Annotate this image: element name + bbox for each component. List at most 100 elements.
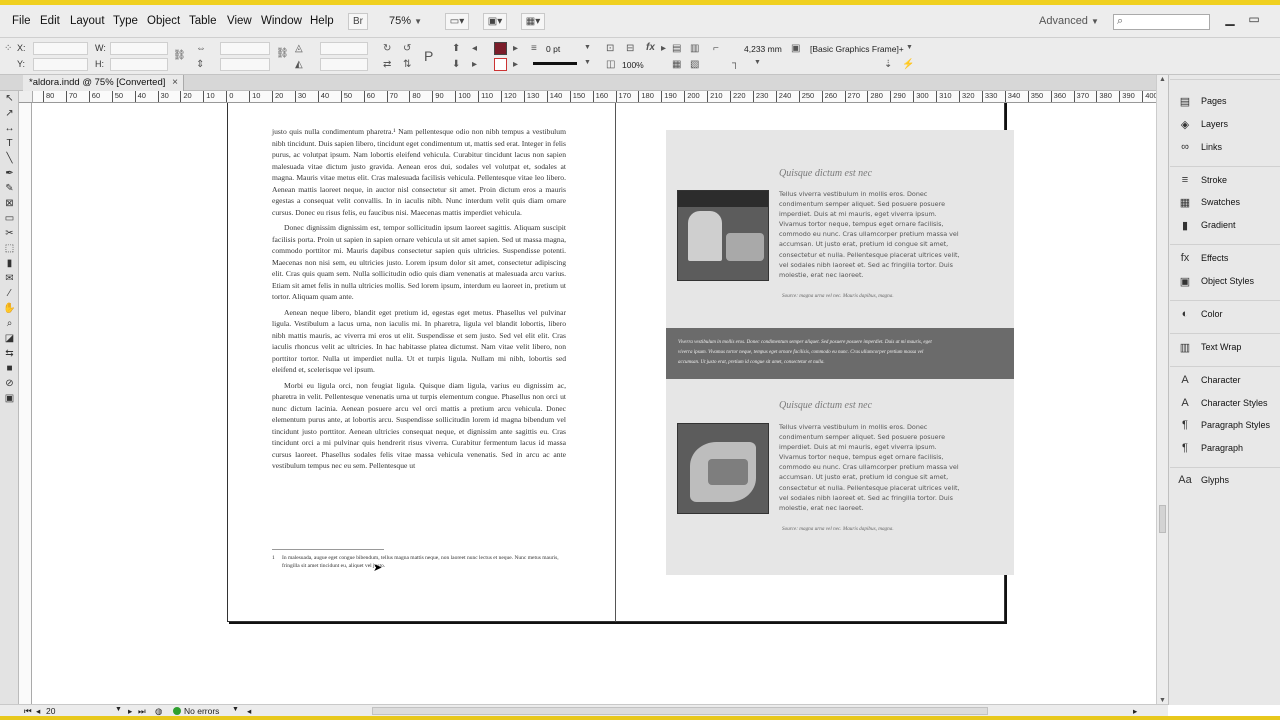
type-tool-icon[interactable]: T xyxy=(0,136,19,151)
chevron-right-icon[interactable]: ▸ xyxy=(513,59,518,70)
scale-x-field[interactable] xyxy=(220,42,270,55)
object-style-field[interactable]: [Basic Graphics Frame]+ xyxy=(810,44,904,54)
eyedropper-tool-icon[interactable]: ⁄ xyxy=(0,286,19,301)
gap-tool-icon[interactable]: ↔ xyxy=(0,121,19,136)
illustration-image-1[interactable] xyxy=(677,190,769,281)
chevron-down-icon[interactable]: ▼ xyxy=(584,44,591,51)
chevron-right-icon[interactable]: ▸ xyxy=(661,43,666,54)
close-icon[interactable]: × xyxy=(172,75,178,91)
constrain-proportions-icon[interactable]: ⛓ xyxy=(173,50,186,61)
left-page[interactable]: justo quis nulla condimentum pharetra.¹ … xyxy=(227,103,616,622)
search-input[interactable]: ⌕ xyxy=(1113,14,1210,30)
scroll-down-icon[interactable]: ▼ xyxy=(1159,697,1166,704)
text-wrap-jump-icon[interactable]: ▧ xyxy=(690,59,699,70)
illustration-image-2[interactable] xyxy=(677,423,769,514)
panel-paragraph[interactable]: ¶ Paragraph xyxy=(1170,438,1280,460)
chevron-down-icon[interactable]: ▼ xyxy=(232,706,239,713)
rotate-ccw-icon[interactable]: ↺ xyxy=(403,43,411,54)
note-tool-icon[interactable]: ✉ xyxy=(0,271,19,286)
select-previous-icon[interactable]: ◂ xyxy=(472,43,477,54)
vertical-ruler[interactable] xyxy=(19,103,32,706)
hand-tool-icon[interactable]: ✋ xyxy=(0,301,19,316)
constrain-scale-icon[interactable]: ⛓ xyxy=(276,48,289,59)
panel-pages[interactable]: ▤ Pages xyxy=(1170,91,1280,113)
y-field[interactable] xyxy=(33,58,88,71)
panel-text-wrap[interactable]: ▥ Text Wrap xyxy=(1170,337,1280,359)
document-tab[interactable]: *aldora.indd @ 75% [Converted] × xyxy=(23,75,184,91)
menu-file[interactable]: File xyxy=(12,15,31,27)
menu-window[interactable]: Window xyxy=(261,15,302,27)
scissors-tool-icon[interactable]: ✂ xyxy=(0,226,19,241)
scroll-thumb[interactable] xyxy=(1159,505,1166,533)
stroke-swatch[interactable] xyxy=(494,58,507,71)
right-page[interactable]: Quisque dictum est nec Tellus viverra ve… xyxy=(615,103,1014,622)
panel-glyphs[interactable]: Aa Glyphs xyxy=(1170,470,1280,492)
workspace-switcher[interactable]: Advanced ▼ xyxy=(1039,15,1099,27)
panel-effects[interactable]: fx Effects xyxy=(1170,248,1280,270)
panel-color[interactable]: ◐ Color xyxy=(1170,304,1280,326)
minimize-button[interactable]: ▁ xyxy=(1219,12,1241,30)
corner-shape-icon[interactable]: ┐ xyxy=(732,58,739,69)
zoom-level[interactable]: 75% ▼ xyxy=(389,15,422,27)
stroke-type-preview[interactable] xyxy=(533,62,577,65)
screen-mode-icon[interactable]: ▣▾ xyxy=(483,13,507,30)
line-tool-icon[interactable]: ╲ xyxy=(0,151,19,166)
ruler-origin[interactable] xyxy=(19,91,33,103)
menu-type[interactable]: Type xyxy=(113,15,138,27)
pencil-tool-icon[interactable]: ✎ xyxy=(0,181,19,196)
menu-table[interactable]: Table xyxy=(189,15,217,27)
gradient-tool-icon[interactable]: ▮ xyxy=(0,256,19,271)
stroke-weight-field[interactable]: 0 pt xyxy=(546,44,560,54)
flip-horizontal-icon[interactable]: ⇄ xyxy=(383,59,391,70)
menu-edit[interactable]: Edit xyxy=(40,15,60,27)
panel-layers[interactable]: ◈ Layers xyxy=(1170,114,1280,136)
panel-gradient[interactable]: ▮ Gradient xyxy=(1170,215,1280,237)
chevron-down-icon[interactable]: ▼ xyxy=(584,59,591,66)
select-next-icon[interactable]: ▸ xyxy=(472,59,477,70)
flip-vertical-icon[interactable]: ⇅ xyxy=(403,59,411,70)
shear-field[interactable] xyxy=(320,58,368,71)
chevron-down-icon[interactable]: ▼ xyxy=(906,44,913,51)
bridge-button[interactable]: Br xyxy=(348,13,368,30)
x-field[interactable] xyxy=(33,42,88,55)
text-wrap-box-icon[interactable]: ▥ xyxy=(690,43,699,54)
preflight-status[interactable]: No errors xyxy=(173,706,219,716)
document-canvas[interactable]: justo quis nulla condimentum pharetra.¹ … xyxy=(33,103,1158,706)
text-wrap-none-icon[interactable]: ▤ xyxy=(672,43,681,54)
rectangle-tool-icon[interactable]: ▭ xyxy=(0,211,19,226)
swap-icon[interactable]: ⇆ xyxy=(0,346,19,361)
panel-grip[interactable] xyxy=(1170,79,1280,83)
corner-size-field[interactable]: 4,233 mm xyxy=(744,44,782,54)
horizontal-ruler[interactable]: 80 70 60 50 40 30 20 10 0 10 20 30 40 50 60 70 80 90 100 11… xyxy=(33,91,1158,103)
clear-overrides-icon[interactable]: ⇣ xyxy=(884,59,892,70)
panel-stroke[interactable]: ≡ Stroke xyxy=(1170,170,1280,192)
panel-links[interactable]: ∞ Links xyxy=(1170,137,1280,159)
direct-selection-tool-icon[interactable]: ↗ xyxy=(0,106,19,121)
h-field[interactable] xyxy=(110,58,168,71)
pen-tool-icon[interactable]: ✒ xyxy=(0,166,19,181)
body-text-frame[interactable]: justo quis nulla condimentum pharetra.¹ … xyxy=(272,126,566,476)
pull-quote-band[interactable]: Viverra vestibulum in mollis eros. Donec… xyxy=(666,328,1014,379)
fill-stroke-icon[interactable]: ◪ xyxy=(0,331,19,346)
apply-color-icon[interactable]: ■ xyxy=(0,361,19,376)
fit-frame-icon[interactable]: ⊟ xyxy=(626,43,634,54)
apply-none-icon[interactable]: ⊘ xyxy=(0,376,19,391)
chevron-right-icon[interactable]: ▸ xyxy=(513,43,518,54)
fill-swatch[interactable] xyxy=(494,42,507,55)
vertical-scrollbar[interactable]: ▲ ▼ xyxy=(1156,75,1168,706)
panel-object-styles[interactable]: ▣ Object Styles xyxy=(1170,271,1280,293)
panel-paragraph-styles[interactable]: ¶ Paragraph Styles xyxy=(1170,415,1280,437)
maximize-button[interactable]: ▭ xyxy=(1243,12,1265,30)
panel-character[interactable]: A Character xyxy=(1170,370,1280,392)
menu-help[interactable]: Help xyxy=(310,15,334,27)
menu-layout[interactable]: Layout xyxy=(70,15,105,27)
free-transform-tool-icon[interactable]: ⬚ xyxy=(0,241,19,256)
opacity-field[interactable]: 100% xyxy=(622,60,644,70)
arrange-documents-icon[interactable]: ▦▾ xyxy=(521,13,545,30)
panel-character-styles[interactable]: A Character Styles xyxy=(1170,393,1280,415)
select-content-icon[interactable]: ⬇ xyxy=(452,59,460,70)
w-field[interactable] xyxy=(110,42,168,55)
select-container-icon[interactable]: ⬆ xyxy=(452,43,460,54)
panel-swatches[interactable]: ▦ Swatches xyxy=(1170,192,1280,214)
menu-view[interactable]: View xyxy=(227,15,252,27)
